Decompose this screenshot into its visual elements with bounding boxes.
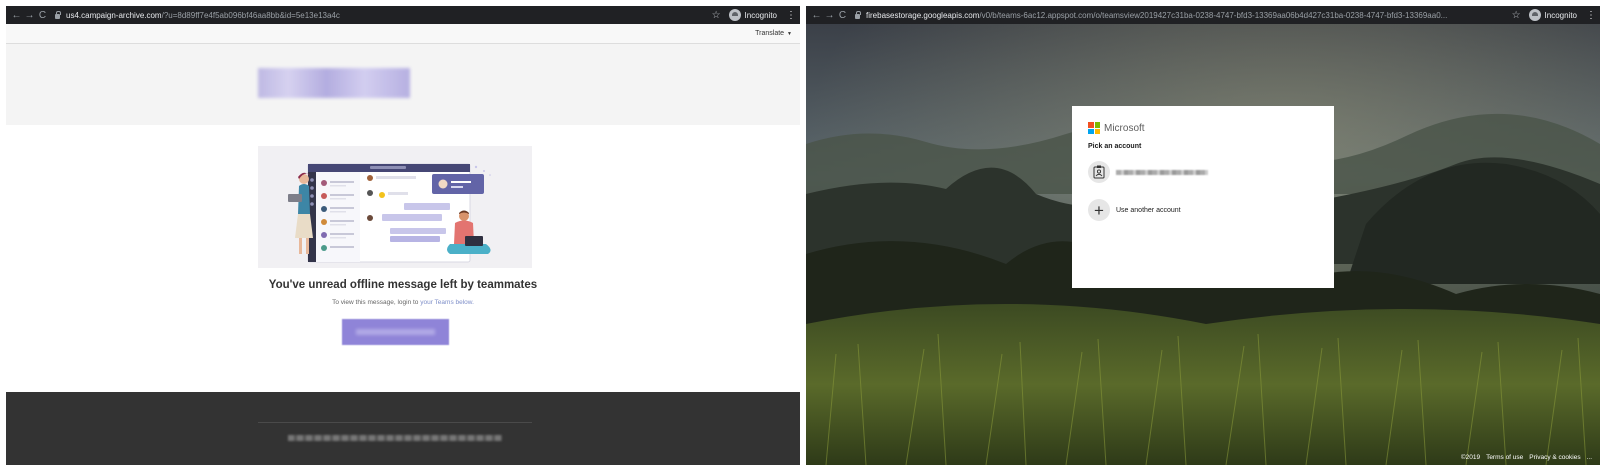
microsoft-logo-icon — [1088, 122, 1100, 134]
incognito-indicator[interactable]: Incognito — [728, 9, 777, 21]
use-another-account-label: Use another account — [1116, 206, 1181, 214]
forward-icon[interactable]: → — [23, 10, 36, 21]
brand-name: Microsoft — [1104, 122, 1145, 134]
back-icon[interactable]: ← — [10, 10, 23, 21]
landscape-background: Microsoft Pick an account + Use another … — [806, 24, 1600, 465]
forward-icon[interactable]: → — [823, 10, 836, 21]
address-bar[interactable]: firebasestorage.googleapis.com/v0/b/team… — [855, 10, 1504, 20]
back-icon[interactable]: ← — [810, 10, 823, 21]
card-title: Pick an account — [1088, 143, 1142, 150]
footer-divider — [258, 422, 532, 423]
incognito-indicator[interactable]: Incognito — [1528, 9, 1577, 21]
phishing-login-window: ← → C firebasestorage.googleapis.com/v0/… — [806, 6, 1600, 465]
lock-icon — [855, 10, 861, 19]
address-bar[interactable]: us4.campaign-archive.com/?u=8d89ff7e4f5a… — [55, 10, 704, 20]
account-picker-card: Microsoft Pick an account + Use another … — [1072, 106, 1334, 288]
email-body: You've unread offline message left by te… — [6, 125, 800, 392]
more-options-icon[interactable]: ... — [1587, 454, 1592, 461]
microsoft-brand: Microsoft — [1088, 122, 1318, 134]
incognito-icon — [1528, 9, 1541, 21]
email-footer — [6, 392, 800, 465]
email-header — [6, 44, 800, 125]
browser-menu-icon[interactable]: ⋮ — [1586, 10, 1596, 21]
bookmark-star-icon[interactable]: ☆ — [712, 10, 721, 21]
browser-toolbar: ← → C firebasestorage.googleapis.com/v0/… — [806, 6, 1600, 24]
browser-menu-icon[interactable]: ⋮ — [786, 10, 796, 21]
browser-toolbar: ← → C us4.campaign-archive.com/?u=8d89ff… — [6, 6, 800, 24]
use-another-account-tile[interactable]: + Use another account — [1088, 199, 1318, 221]
campaign-archive-window: ← → C us4.campaign-archive.com/?u=8d89ff… — [6, 6, 800, 465]
teams-hero-illustration — [258, 146, 532, 268]
blurred-footer-text — [288, 435, 502, 441]
url-text: firebasestorage.googleapis.com/v0/b/team… — [866, 10, 1448, 20]
lock-icon — [55, 10, 61, 19]
incognito-label: Incognito — [1544, 10, 1577, 20]
page-footer: ©2019 Terms of use Privacy & cookies ... — [1461, 454, 1592, 461]
url-text: us4.campaign-archive.com/?u=8d89ff7e4f5a… — [66, 10, 340, 20]
email-subtext: To view this message, login to your Team… — [332, 299, 474, 306]
blurred-login-button[interactable] — [342, 319, 449, 345]
email-headline: You've unread offline message left by te… — [268, 279, 538, 291]
blurred-logo — [258, 68, 410, 98]
account-tile[interactable] — [1088, 159, 1318, 185]
reload-icon[interactable]: C — [36, 10, 49, 21]
teams-link[interactable]: your Teams below. — [420, 299, 474, 306]
caret-down-icon: ▼ — [787, 31, 792, 37]
blurred-account-email — [1116, 169, 1208, 175]
incognito-label: Incognito — [744, 10, 777, 20]
terms-link[interactable]: Terms of use — [1486, 454, 1523, 461]
translate-bar: Translate ▼ — [6, 24, 800, 44]
plus-icon: + — [1088, 199, 1110, 221]
translate-dropdown[interactable]: Translate ▼ — [755, 30, 792, 37]
reload-icon[interactable]: C — [836, 10, 849, 21]
bookmark-star-icon[interactable]: ☆ — [1512, 10, 1521, 21]
privacy-link[interactable]: Privacy & cookies — [1529, 454, 1580, 461]
copyright-text: ©2019 — [1460, 454, 1481, 461]
account-badge-icon — [1088, 161, 1110, 183]
incognito-icon — [728, 9, 741, 21]
